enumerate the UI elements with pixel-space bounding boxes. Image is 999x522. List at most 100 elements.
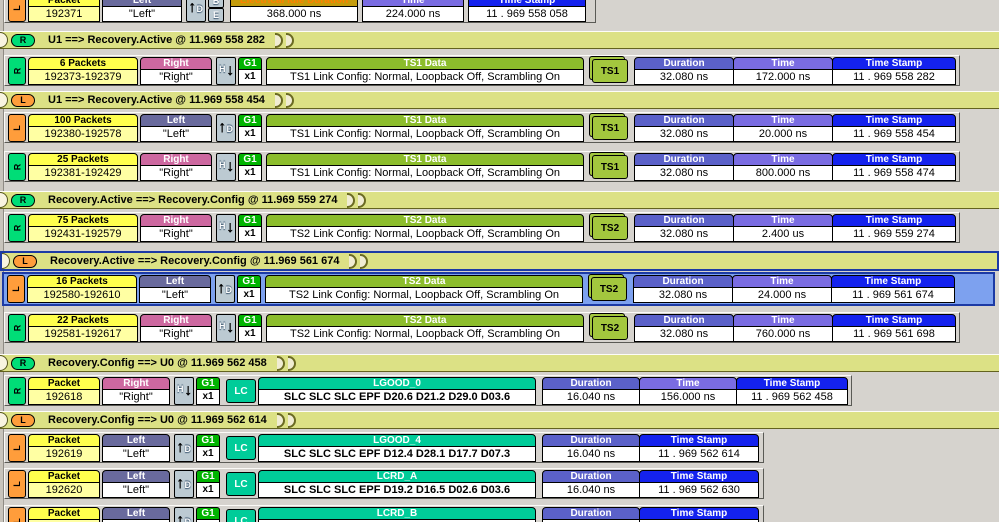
duration-value: 16.040 ns: [542, 446, 640, 462]
port-direction-value: "Right": [140, 226, 212, 242]
metrics-group: Duration 16.040 ns Time Stamp 11 . 969 562 …: [542, 470, 759, 498]
state-row[interactable]: L Recovery.Active ==> Recovery.Config @ 1…: [0, 251, 999, 271]
link-side-indicator: L: [8, 0, 26, 22]
arrow-letter: D: [184, 480, 192, 490]
up-arrow-icon: ↑: [176, 475, 184, 492]
trace-row[interactable]: R 75 Packets 192431-192579 Right "Right" ↓ H G1…: [4, 212, 960, 243]
metrics-group: Duration 32.080 ns Time 760.000 ns Time Stam…: [634, 314, 956, 342]
trace-row[interactable]: R Packet 192618 Right "Right" ↓ H G1 x1 LC LGOOD_0…: [4, 375, 852, 406]
field-cell: Right "Right": [140, 57, 212, 85]
trace-row[interactable]: L Packet 192620 Left "Left" ↑ D G1 x1 LC LCRD_A SLC…: [4, 468, 764, 499]
up-arrow-icon: ↑: [218, 119, 226, 136]
generation-stack: G1x1: [196, 377, 220, 405]
duration-value: 32.080 ns: [634, 326, 734, 342]
field-cell: Time 24.000 ns: [732, 275, 832, 303]
trace-row[interactable]: L 100 Packets 192380-192578 Left "Left" ↑ D G1 x…: [4, 112, 960, 143]
trace-row[interactable]: L 16 Packets 192580-192610 Left "Left" ↑ D G1 x1…: [2, 272, 995, 306]
arrow-letter: D: [226, 124, 234, 134]
side-letter: L: [12, 481, 22, 487]
trace-row[interactable]: LPacketLeft↑DG1x1LCLCRD_BDurationTime St…: [4, 505, 764, 522]
link-side-indicator: L: [7, 275, 25, 303]
trace-row[interactable]: R 25 Packets 192381-192429 Right "Right" ↓ H G1…: [4, 151, 960, 182]
time-stamp-value: 11 . 969 559 274: [832, 226, 956, 242]
state-collapse-toggle[interactable]: L: [11, 93, 35, 107]
trace-view: L Packet 192371 Left "Left" ↑ D B E Electrical Id…: [0, 0, 999, 522]
state-left-arc: [0, 355, 8, 371]
duration-value: 32.080 ns: [634, 126, 734, 142]
state-collapse-toggle[interactable]: L: [13, 254, 37, 268]
duration-value: 32.080 ns: [634, 69, 734, 85]
state-arc: [274, 92, 283, 108]
field-cell: LGOOD_0 SLC SLC SLC EPF D20.6 D21.2 D29.0…: [258, 377, 536, 405]
state-transition-label: Recovery.Active ==> Recovery.Config @ 11…: [48, 194, 338, 206]
field-cell: Duration 16.040 ns: [542, 434, 640, 462]
direction-arrow-box: ↓ H: [216, 57, 236, 85]
field-cell: Time 760.000 ns: [733, 314, 833, 342]
field-cell: Packet 192618: [28, 377, 100, 405]
trace-row[interactable]: L Packet 192371 Left "Left" ↑ D B E Electrical Id…: [4, 0, 596, 23]
field-cell: Time Stamp 11 . 969 562 630: [639, 470, 759, 498]
side-letter: R: [12, 163, 22, 171]
field-cell: TS2 Data TS2 Link Config: Normal, Loopbac…: [265, 275, 583, 303]
link-side-indicator: R: [8, 314, 26, 342]
state-collapse-toggle[interactable]: R: [11, 356, 35, 370]
field-cell: Time 172.000 ns: [733, 57, 833, 85]
metrics-group: Duration 32.080 ns Time 2.400 us Time Stamp 1…: [634, 214, 956, 242]
link-side-indicator: R: [8, 57, 26, 85]
arrow-letter: D: [225, 285, 233, 295]
field-cell: TS1 Data TS1 Link Config: Normal, Loopbac…: [266, 57, 584, 85]
field-cell: Packet: [28, 507, 100, 522]
state-row[interactable]: R Recovery.Config ==> U0 @ 11.969 562 458: [0, 354, 999, 372]
direction-arrow-box: ↑ D: [174, 470, 194, 498]
state-collapse-toggle[interactable]: R: [11, 33, 35, 47]
packet-range-value: 192380-192578: [28, 126, 138, 142]
side-letter: L: [12, 5, 22, 11]
ts-badge: TS2: [592, 316, 628, 340]
state-transition-label: Recovery.Active ==> Recovery.Config @ 11…: [50, 255, 340, 267]
state-row[interactable]: R U1 ==> Recovery.Active @ 11.969 558 282: [0, 31, 999, 49]
trace-row[interactable]: R 22 Packets 192581-192617 Right "Right" ↓ H G1…: [4, 312, 960, 343]
direction-arrow-box: ↑ D: [215, 275, 235, 303]
time-value: 24.000 ns: [732, 287, 832, 303]
field-cell: LGOOD_4 SLC SLC SLC EPF D12.4 D28.1 D17.7…: [258, 434, 536, 462]
port-direction-value: "Left": [102, 482, 170, 498]
field-cell: TS1 Data TS1 Link Config: Normal, Loopbac…: [266, 153, 584, 181]
field-cell: Right "Right": [102, 377, 170, 405]
state-collapse-toggle[interactable]: L: [11, 413, 35, 427]
field-cell: Duration 32.080 ns: [634, 214, 734, 242]
side-letter: L: [12, 125, 22, 131]
state-arc: [274, 32, 283, 48]
ts-badge: TS2: [591, 277, 627, 301]
metrics-group: Electrical Idle Duration 368.000 ns Time 22…: [230, 0, 586, 22]
side-letter: L: [12, 445, 22, 451]
field-cell: Duration 16.040 ns: [542, 470, 640, 498]
field-cell: Right "Right": [140, 214, 212, 242]
state-row[interactable]: L Recovery.Config ==> U0 @ 11.969 562 614: [0, 411, 999, 429]
trace-row[interactable]: L Packet 192619 Left "Left" ↑ D G1 x1 LC LGOOD_4 SL…: [4, 432, 764, 463]
time-stamp-value: 11 . 969 561 698: [832, 326, 956, 342]
side-letter: R: [12, 324, 22, 332]
side-letter: L: [12, 518, 22, 522]
link-side-indicator: R: [8, 153, 26, 181]
trace-row[interactable]: R6 Packets 192373-192379 Right "Right" ↓ H G1 x…: [4, 55, 960, 86]
state-transition-label: Recovery.Config ==> U0 @ 11.969 562 614: [48, 414, 267, 426]
time-stamp-value: 11 . 969 558 454: [832, 126, 956, 142]
arrow-letter: H: [219, 321, 226, 331]
begin-end-flags: BE: [208, 0, 224, 22]
port-direction-value: "Left": [140, 126, 212, 142]
payload-value: TS1 Link Config: Normal, Loopback Off, S…: [266, 126, 584, 142]
electrical-idle-duration-value: 368.000 ns: [230, 6, 358, 22]
state-row[interactable]: R Recovery.Active ==> Recovery.Config @ 1…: [0, 191, 999, 209]
field-cell: Duration 32.080 ns: [634, 114, 734, 142]
down-arrow-icon: ↓: [226, 62, 234, 79]
field-cell: Time Stamp: [639, 507, 759, 522]
side-letter: R: [12, 387, 22, 395]
port-direction-value: "Left": [102, 6, 182, 22]
packet-range-value: 192431-192579: [28, 226, 138, 242]
state-arc: [347, 192, 356, 208]
generation-stack: G1x1: [238, 214, 262, 242]
lane-count: x1: [238, 226, 262, 242]
state-arc: [358, 192, 367, 208]
state-collapse-toggle[interactable]: R: [11, 193, 35, 207]
state-row[interactable]: L U1 ==> Recovery.Active @ 11.969 558 454: [0, 91, 999, 109]
